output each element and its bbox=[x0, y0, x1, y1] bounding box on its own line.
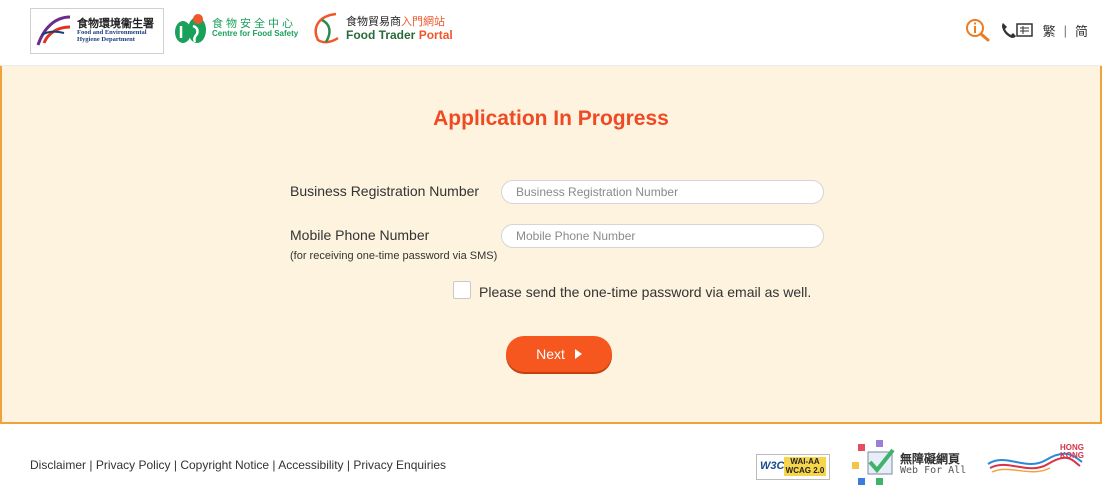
w3c-wcag-badge[interactable]: W3C WAI-AA WCAG 2.0 bbox=[756, 454, 830, 480]
brn-label: Business Registration Number bbox=[290, 183, 480, 199]
footer-links: Disclaimer | Privacy Policy | Copyright … bbox=[30, 458, 446, 472]
web-for-all-badge[interactable]: 無障礙網頁 Web For All bbox=[850, 438, 970, 486]
footer-link-disclaimer[interactable]: Disclaimer bbox=[30, 458, 86, 472]
next-button[interactable]: Next bbox=[506, 336, 612, 372]
fehd-logo-en: Food and Environmental Hygiene Departmen… bbox=[77, 29, 147, 43]
email-otp-label[interactable]: Please send the one-time password via em… bbox=[479, 284, 811, 300]
phone-contact-icon[interactable] bbox=[999, 20, 1035, 40]
w3c-badge-text: W3C bbox=[760, 460, 785, 472]
cfs-logo-en: Centre for Food Safety bbox=[212, 29, 299, 38]
info-search-icon[interactable] bbox=[965, 18, 991, 42]
footer-link-copyright[interactable]: Copyright Notice bbox=[180, 458, 269, 472]
header: 食物環境衞生署 Food and Environmental Hygiene D… bbox=[0, 0, 1102, 66]
web-for-all-icon bbox=[852, 440, 895, 485]
brand-hk-line2: KONG bbox=[1060, 451, 1084, 460]
application-panel: Application In Progress Business Registr… bbox=[2, 66, 1100, 422]
mobile-label: Mobile Phone Number bbox=[290, 227, 430, 243]
wcag-text: WCAG 2.0 bbox=[785, 466, 825, 475]
brn-input[interactable] bbox=[501, 180, 824, 204]
portal-logo-zh-accent: 入門網站 bbox=[401, 15, 445, 28]
food-trader-portal-logo[interactable]: 食物貿易商入門網站 Food Trader Portal bbox=[310, 10, 470, 50]
footer-link-accessibility[interactable]: Accessibility bbox=[278, 458, 343, 472]
portal-logo-zh: 食物貿易商入門網站 bbox=[346, 13, 445, 29]
lang-traditional-link[interactable]: 繁 bbox=[1043, 21, 1056, 40]
cfs-logo[interactable]: 食物安全中心 Centre for Food Safety bbox=[173, 12, 301, 48]
lang-separator: | bbox=[1063, 22, 1067, 38]
footer-separator: | bbox=[272, 458, 276, 472]
brand-hong-kong-logo[interactable]: HONG KONG bbox=[986, 442, 1084, 482]
fehd-logo[interactable]: 食物環境衞生署 Food and Environmental Hygiene D… bbox=[30, 8, 164, 54]
mobile-sublabel: (for receiving one-time password via SMS… bbox=[290, 250, 498, 262]
cfs-emblem-icon bbox=[175, 14, 206, 43]
web-for-all-en: Web For All bbox=[900, 465, 967, 476]
page-title: Application In Progress bbox=[433, 107, 669, 130]
footer-separator: | bbox=[173, 458, 177, 472]
footer: Disclaimer | Privacy Policy | Copyright … bbox=[0, 424, 1102, 503]
portal-logo-en: Food Trader Portal bbox=[346, 28, 453, 42]
footer-link-privacy-policy[interactable]: Privacy Policy bbox=[96, 458, 171, 472]
footer-separator: | bbox=[346, 458, 351, 472]
footer-separator: | bbox=[89, 458, 93, 472]
wai-aa-label: WAI-AA WCAG 2.0 bbox=[784, 457, 826, 476]
wai-aa-text: WAI-AA bbox=[790, 457, 820, 466]
header-tools: 繁 | 简 bbox=[965, 18, 1088, 42]
fehd-logo-en-line1: Food and Environmental bbox=[77, 29, 147, 36]
next-button-label: Next bbox=[536, 346, 565, 362]
fehd-logo-en-line2: Hygiene Department bbox=[77, 36, 135, 43]
portal-logo-zh-main: 食物貿易商 bbox=[346, 15, 401, 28]
portal-leaf-icon bbox=[314, 12, 339, 44]
email-otp-checkbox[interactable] bbox=[453, 281, 471, 299]
portal-logo-en-main: Food Trader bbox=[346, 28, 416, 42]
brand-hk-text: HONG KONG bbox=[1060, 444, 1084, 460]
play-arrow-icon bbox=[574, 349, 582, 359]
mobile-input[interactable] bbox=[501, 224, 824, 248]
footer-link-privacy-enquiries[interactable]: Privacy Enquiries bbox=[353, 458, 446, 472]
portal-logo-en-accent: Portal bbox=[418, 28, 453, 42]
fehd-swoosh-icon bbox=[36, 15, 71, 46]
lang-simplified-link[interactable]: 简 bbox=[1075, 21, 1088, 40]
